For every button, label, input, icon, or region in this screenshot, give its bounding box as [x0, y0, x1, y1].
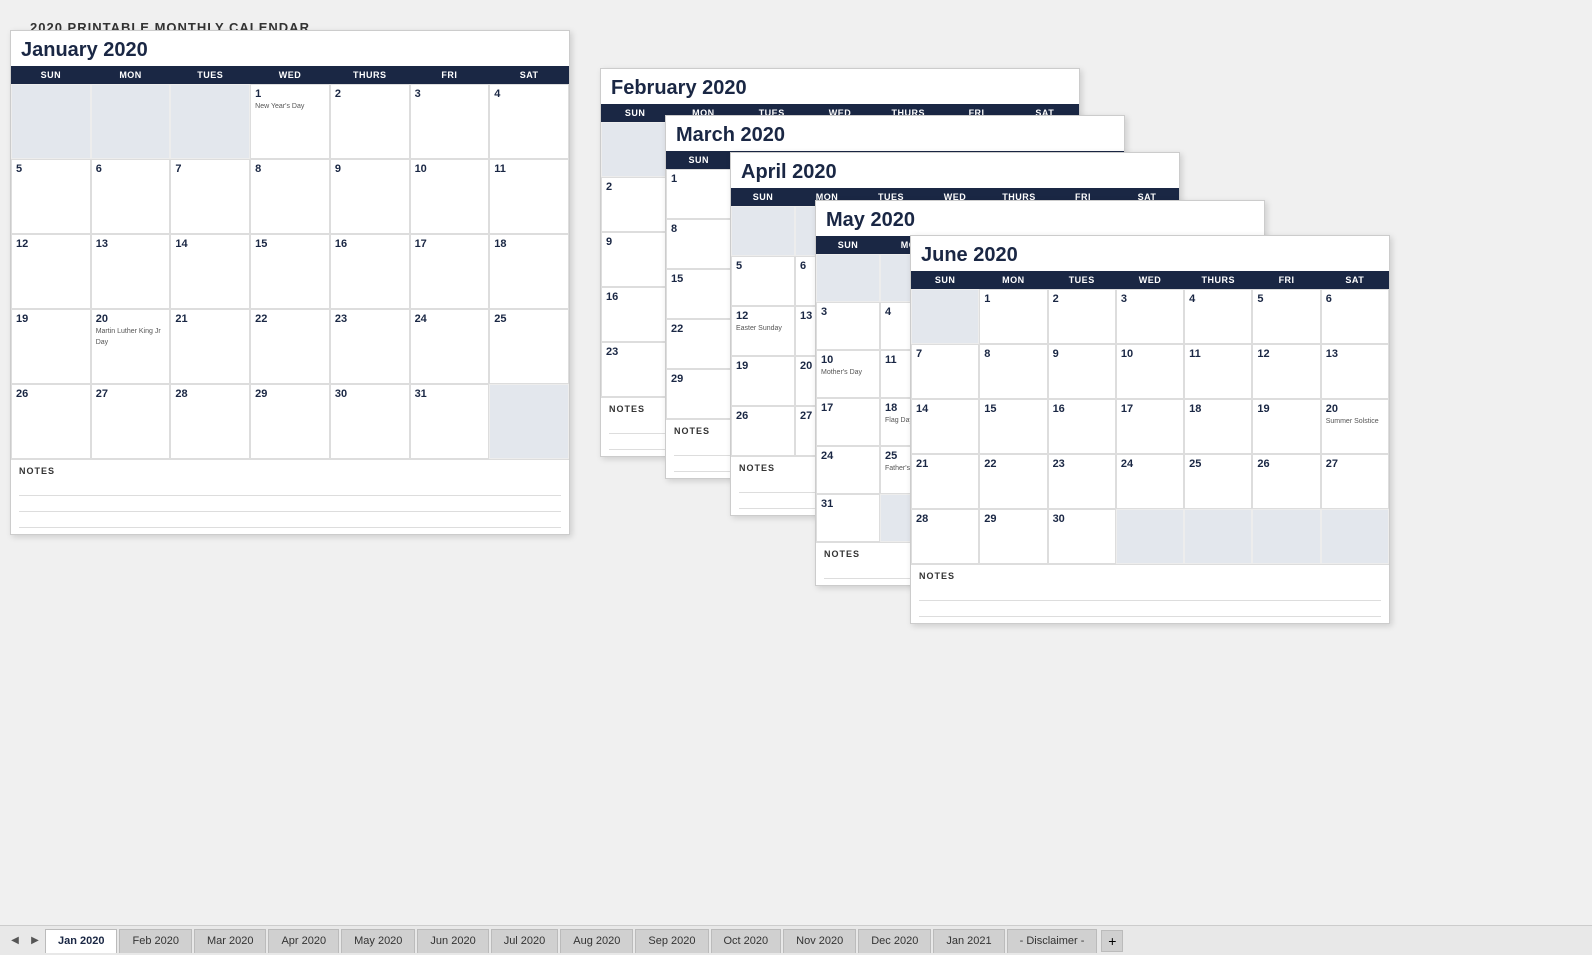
jan-cell-19: 19	[11, 309, 91, 384]
jan-cell-11: 11	[489, 159, 569, 234]
jan-header-thu: THURS	[330, 66, 410, 84]
jan-cell-4: 4	[489, 84, 569, 159]
january-notes: NOTES	[11, 459, 569, 534]
june-grid: SUN MON TUES WED THURS FRI SAT 1 2 3 4 5…	[911, 271, 1389, 564]
tab-may-2020[interactable]: May 2020	[341, 929, 415, 953]
jan-cell-7: 7	[170, 159, 250, 234]
jan-cell-10: 10	[410, 159, 490, 234]
january-title: January 2020	[11, 31, 569, 66]
tab-dec-2020[interactable]: Dec 2020	[858, 929, 931, 953]
tab-disclaimer[interactable]: - Disclaimer -	[1007, 929, 1098, 953]
jan-header-wed: WED	[250, 66, 330, 84]
tab-sep-2020[interactable]: Sep 2020	[635, 929, 708, 953]
jan-header-fri: FRI	[410, 66, 490, 84]
jan-header-mon: MON	[91, 66, 171, 84]
tab-mar-2020[interactable]: Mar 2020	[194, 929, 266, 953]
tab-nov-2020[interactable]: Nov 2020	[783, 929, 856, 953]
jan-cell-16: 16	[330, 234, 410, 309]
june-body: 1 2 3 4 5 6 7 8 9 10 11 12 13 14 15 16 1…	[911, 289, 1389, 564]
jan-cell-15: 15	[250, 234, 330, 309]
jan-cell-6: 6	[91, 159, 171, 234]
may-title: May 2020	[816, 201, 1264, 236]
jan-cell-empty-end	[489, 384, 569, 459]
jan-cell-28: 28	[170, 384, 250, 459]
jan-cell-24: 24	[410, 309, 490, 384]
jan-cell-27: 27	[91, 384, 171, 459]
january-header: SUN MON TUES WED THURS FRI SAT	[11, 66, 569, 84]
march-title: March 2020	[666, 116, 1124, 151]
january-body: 1 New Year's Day 2 3 4 5 6 7 8 9 10 11 1…	[11, 84, 569, 459]
april-title: April 2020	[731, 153, 1179, 188]
tab-feb-2020[interactable]: Feb 2020	[119, 929, 191, 953]
jan-cell-29: 29	[250, 384, 330, 459]
tab-nav-right[interactable]: ▶	[25, 930, 45, 952]
jan-cell-21: 21	[170, 309, 250, 384]
tab-jan-2020[interactable]: Jan 2020	[45, 929, 117, 953]
june-notes: NOTES	[911, 564, 1389, 623]
june-title: June 2020	[911, 236, 1389, 271]
jan-cell-empty3	[170, 84, 250, 159]
jan-cell-14: 14	[170, 234, 250, 309]
tab-bar: ◀ ▶ Jan 2020 Feb 2020 Mar 2020 Apr 2020 …	[0, 925, 1592, 955]
tab-oct-2020[interactable]: Oct 2020	[711, 929, 782, 953]
jan-cell-22: 22	[250, 309, 330, 384]
jan-header-sun: SUN	[11, 66, 91, 84]
jan-cell-5: 5	[11, 159, 91, 234]
tab-add-button[interactable]: +	[1101, 930, 1123, 952]
june-calendar: June 2020 SUN MON TUES WED THURS FRI SAT…	[910, 235, 1390, 624]
tab-apr-2020[interactable]: Apr 2020	[268, 929, 339, 953]
january-calendar: January 2020 SUN MON TUES WED THURS FRI …	[10, 30, 570, 535]
tab-nav-left[interactable]: ◀	[5, 930, 25, 952]
jan-cell-25: 25	[489, 309, 569, 384]
jan-cell-18: 18	[489, 234, 569, 309]
tab-jul-2020[interactable]: Jul 2020	[491, 929, 559, 953]
jan-cell-2: 2	[330, 84, 410, 159]
jan-cell-13: 13	[91, 234, 171, 309]
june-header: SUN MON TUES WED THURS FRI SAT	[911, 271, 1389, 289]
jan-cell-26: 26	[11, 384, 91, 459]
jan-cell-23: 23	[330, 309, 410, 384]
jan-header-sat: SAT	[489, 66, 569, 84]
jan-cell-9: 9	[330, 159, 410, 234]
jan-cell-20: 20 Martin Luther King Jr Day	[91, 309, 171, 384]
jan-cell-1: 1 New Year's Day	[250, 84, 330, 159]
jan-cell-empty1	[11, 84, 91, 159]
tab-aug-2020[interactable]: Aug 2020	[560, 929, 633, 953]
february-title: February 2020	[601, 69, 1079, 104]
tab-jan-2021[interactable]: Jan 2021	[933, 929, 1004, 953]
main-area: 2020 PRINTABLE MONTHLY CALENDAR January …	[0, 0, 1592, 910]
jan-cell-8: 8	[250, 159, 330, 234]
jan-cell-31: 31	[410, 384, 490, 459]
jan-cell-empty2	[91, 84, 171, 159]
january-grid: SUN MON TUES WED THURS FRI SAT 1 New Yea…	[11, 66, 569, 459]
jan-cell-3: 3	[410, 84, 490, 159]
jan-header-tue: TUES	[170, 66, 250, 84]
jan-cell-17: 17	[410, 234, 490, 309]
jan-cell-12: 12	[11, 234, 91, 309]
jan-cell-30: 30	[330, 384, 410, 459]
tab-jun-2020[interactable]: Jun 2020	[417, 929, 488, 953]
